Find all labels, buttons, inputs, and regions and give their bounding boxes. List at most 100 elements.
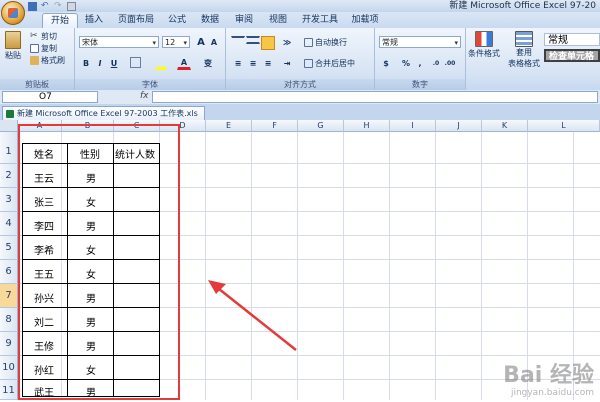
row-header-4[interactable]: 4 bbox=[0, 212, 18, 236]
gridline bbox=[389, 132, 390, 400]
align-middle-icon[interactable] bbox=[246, 36, 260, 44]
indent-icon[interactable]: ⇥ bbox=[280, 57, 294, 71]
column-header-h[interactable]: H bbox=[344, 120, 390, 132]
name-box[interactable]: O7 bbox=[2, 91, 98, 103]
column-header-i[interactable]: I bbox=[390, 120, 436, 132]
gridline bbox=[573, 132, 574, 400]
clipboard-group: 粘贴 ✂ 剪切 复制 格式刷 剪贴板 bbox=[0, 28, 75, 90]
redo-icon[interactable]: ↷ bbox=[54, 1, 63, 11]
alignment-group-label: 对齐方式 bbox=[226, 79, 374, 90]
wrap-text-label: 自动换行 bbox=[315, 38, 347, 47]
select-all-corner[interactable] bbox=[0, 120, 18, 132]
tab-home[interactable]: 开始 bbox=[42, 13, 78, 29]
wrap-text-button[interactable]: 自动换行 bbox=[304, 37, 347, 48]
row-header-9[interactable]: 9 bbox=[0, 332, 18, 356]
tab-page-layout[interactable]: 页面布局 bbox=[114, 13, 158, 28]
gridline bbox=[481, 132, 482, 400]
column-header-e[interactable]: E bbox=[206, 120, 252, 132]
tab-addins[interactable]: 加载项 bbox=[348, 13, 382, 28]
underline-button[interactable]: U bbox=[107, 57, 121, 71]
font-name-select[interactable]: 宋体 bbox=[79, 36, 159, 49]
format-painter-button[interactable]: 格式刷 bbox=[30, 55, 65, 66]
currency-icon[interactable]: $ bbox=[379, 57, 393, 71]
fill-color-icon[interactable] bbox=[155, 57, 167, 70]
align-top-icon[interactable] bbox=[231, 36, 245, 45]
column-header-f[interactable]: F bbox=[252, 120, 298, 132]
format-painter-label: 格式刷 bbox=[41, 56, 65, 65]
orientation-icon[interactable]: ≫ bbox=[280, 36, 294, 50]
tab-formulas[interactable]: 公式 bbox=[164, 13, 190, 28]
column-header-k[interactable]: K bbox=[482, 120, 528, 132]
paste-button[interactable]: 粘贴 bbox=[5, 31, 21, 61]
gridline bbox=[205, 132, 206, 400]
format-as-table-button[interactable]: 套用 表格格式 bbox=[508, 31, 540, 69]
row-header-2[interactable]: 2 bbox=[0, 164, 18, 188]
watermark-brand: Bai 经验 bbox=[503, 363, 594, 388]
fx-button[interactable]: fx bbox=[140, 91, 149, 101]
copy-icon bbox=[30, 44, 39, 53]
decrease-decimal-icon[interactable]: .00 bbox=[443, 57, 457, 71]
row-header-1[interactable]: 1 bbox=[0, 132, 18, 164]
window-title: 新建 Microsoft Office Excel 97-20 bbox=[449, 1, 596, 11]
row-header-7[interactable]: 7 bbox=[0, 284, 18, 308]
check-cell-style[interactable]: 检查单元格 bbox=[544, 49, 600, 62]
bold-button[interactable]: B bbox=[79, 57, 93, 71]
row-header-11[interactable]: 11 bbox=[0, 380, 18, 400]
column-header-g[interactable]: G bbox=[298, 120, 344, 132]
align-center-icon[interactable]: ≡ bbox=[246, 57, 260, 71]
format-as-table-label-2: 表格格式 bbox=[508, 59, 540, 68]
format-as-table-label: 套用 bbox=[516, 48, 532, 57]
cut-button[interactable]: ✂ 剪切 bbox=[30, 31, 57, 42]
normal-style-cell[interactable]: 常规 bbox=[544, 33, 600, 46]
column-header-j[interactable]: J bbox=[436, 120, 482, 132]
conditional-format-label: 条件格式 bbox=[468, 49, 500, 58]
row-header-5[interactable]: 5 bbox=[0, 236, 18, 260]
row-header-10[interactable]: 10 bbox=[0, 356, 18, 380]
percent-button[interactable]: % bbox=[399, 57, 413, 71]
quick-access-toolbar: ↶ ↷ bbox=[28, 0, 76, 12]
tab-data[interactable]: 数据 bbox=[196, 13, 224, 28]
workbook-tab[interactable]: 新建 Microsoft Office Excel 97-2003 工作表.xl… bbox=[2, 106, 205, 121]
highlight-box bbox=[18, 124, 180, 400]
grow-font-button[interactable]: A bbox=[194, 36, 208, 50]
column-header-l[interactable]: L bbox=[528, 120, 600, 132]
font-group-label: 字体 bbox=[75, 79, 225, 90]
print-preview-icon[interactable] bbox=[67, 1, 76, 11]
merge-center-label: 合并后居中 bbox=[315, 59, 355, 68]
cut-label: 剪切 bbox=[41, 32, 57, 41]
row-header-3[interactable]: 3 bbox=[0, 188, 18, 212]
font-color-button[interactable]: A bbox=[177, 56, 191, 70]
watermark-url: jingyan.baidu.com bbox=[510, 388, 594, 398]
align-bottom-icon[interactable] bbox=[261, 36, 275, 50]
italic-button[interactable]: I bbox=[93, 57, 107, 71]
formula-input[interactable] bbox=[152, 91, 598, 103]
tab-view[interactable]: 视图 bbox=[264, 13, 292, 28]
copy-label: 复制 bbox=[41, 44, 57, 53]
alignment-group: ≫ 自动换行 ≡ ≡ ≡ ⇥ 合并后居中 对齐方式 bbox=[226, 28, 375, 90]
merge-icon bbox=[304, 59, 313, 68]
tab-developer[interactable]: 开发工具 bbox=[298, 13, 342, 28]
undo-icon[interactable]: ↶ bbox=[41, 1, 50, 11]
conditional-format-icon bbox=[475, 31, 493, 47]
comma-button[interactable]: , bbox=[413, 57, 427, 71]
watermark: Bai 经验 jingyan.baidu.com bbox=[503, 363, 594, 399]
conditional-format-button[interactable]: 条件格式 bbox=[468, 31, 500, 59]
align-left-icon[interactable]: ≡ bbox=[231, 57, 245, 71]
row-header-6[interactable]: 6 bbox=[0, 260, 18, 284]
number-format-select[interactable]: 常规 bbox=[379, 36, 461, 49]
increase-decimal-icon[interactable]: .0 bbox=[429, 57, 443, 71]
font-size-select[interactable]: 12 bbox=[162, 36, 190, 49]
phonetic-button[interactable]: 变 bbox=[201, 57, 215, 71]
borders-icon[interactable] bbox=[130, 57, 141, 68]
copy-button[interactable]: 复制 bbox=[30, 43, 57, 54]
row-header-8[interactable]: 8 bbox=[0, 308, 18, 332]
merge-center-button[interactable]: 合并后居中 bbox=[304, 58, 355, 69]
tab-review[interactable]: 审阅 bbox=[230, 13, 258, 28]
save-icon[interactable] bbox=[28, 1, 37, 11]
arrow-shaft bbox=[213, 284, 297, 351]
office-button[interactable] bbox=[1, 1, 25, 25]
align-right-icon[interactable]: ≡ bbox=[261, 57, 275, 71]
gridline bbox=[527, 132, 528, 400]
tab-insert[interactable]: 插入 bbox=[80, 13, 108, 28]
shrink-font-button[interactable]: A bbox=[207, 36, 221, 50]
